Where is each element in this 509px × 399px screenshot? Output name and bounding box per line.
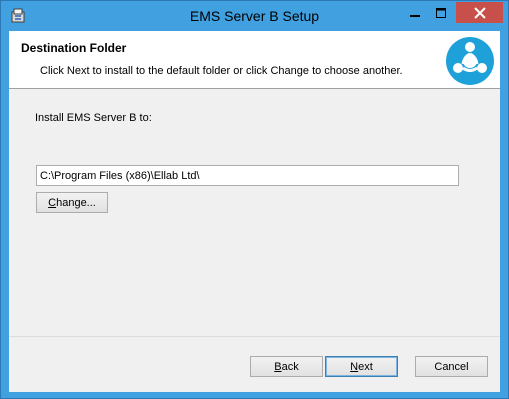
dialog-client-area: Destination Folder Click Next to install… (9, 31, 500, 392)
close-icon (473, 6, 486, 19)
back-button[interactable]: Back (250, 356, 323, 377)
minimize-button[interactable] (402, 2, 428, 23)
next-button-accel: N (350, 360, 359, 373)
page-subtitle: Click Next to install to the default fol… (40, 65, 403, 77)
change-button-accel: C (48, 196, 57, 209)
install-path-field[interactable] (36, 165, 459, 186)
header-banner: Destination Folder Click Next to install… (9, 31, 500, 89)
change-button[interactable]: Change... (36, 192, 108, 213)
minimize-icon (410, 14, 420, 17)
maximize-icon (436, 7, 446, 18)
installer-window: EMS Server B Setup Destination Folder Cl… (0, 0, 509, 399)
page-title: Destination Folder (21, 41, 127, 55)
back-button-label: ack (281, 360, 299, 373)
title-bar[interactable]: EMS Server B Setup (1, 1, 508, 31)
next-button-label: ext (358, 360, 373, 373)
footer-divider (9, 336, 500, 337)
ellab-logo-icon (446, 37, 494, 85)
close-button[interactable] (456, 2, 503, 23)
cancel-button[interactable]: Cancel (415, 356, 488, 377)
back-button-accel: B (274, 360, 282, 373)
next-button[interactable]: Next (325, 356, 398, 377)
install-location-label: Install EMS Server B to: (35, 112, 152, 124)
change-button-label: hange... (56, 196, 96, 209)
maximize-button[interactable] (428, 2, 454, 23)
